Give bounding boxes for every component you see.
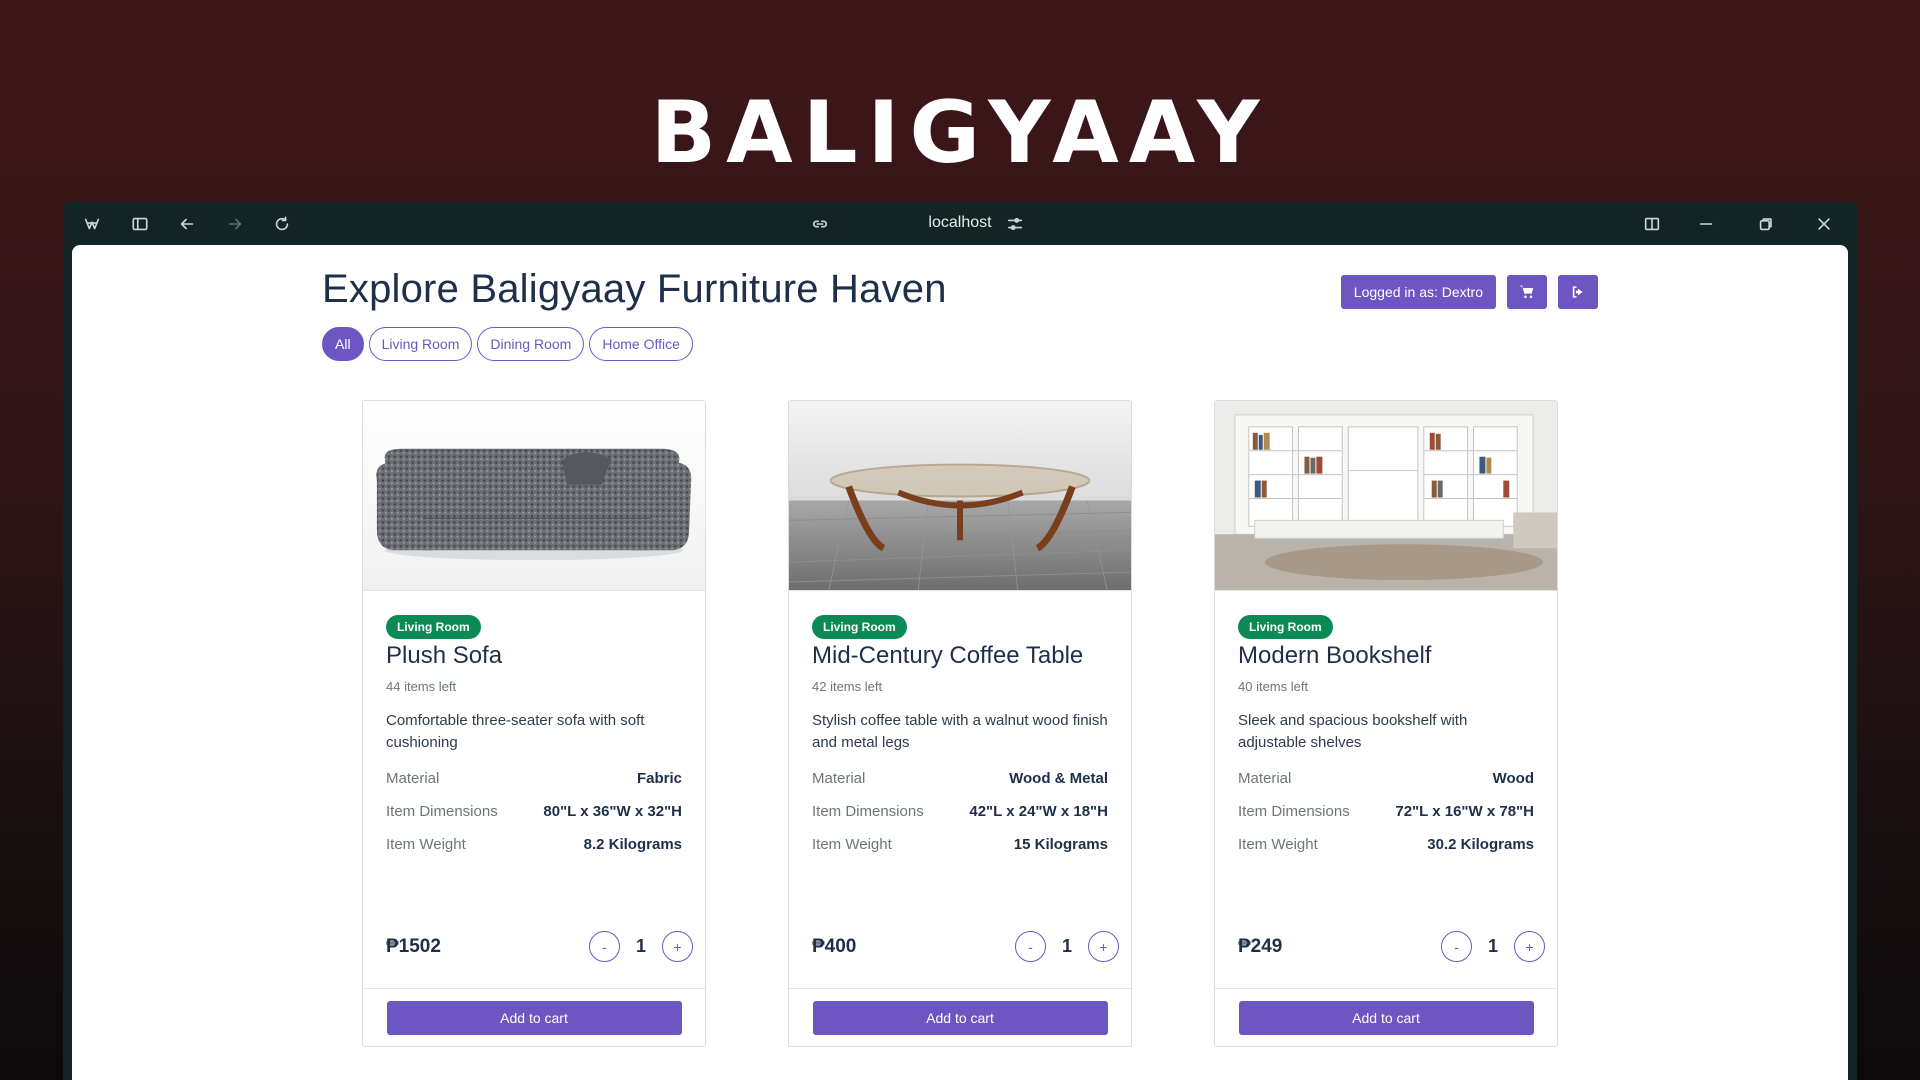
product-card: Living Room Modern Bookshelf 40 items le…	[1214, 400, 1558, 1047]
price-row: ₱249 - 1 +	[1238, 931, 1545, 962]
product-price: ₱1502	[386, 935, 441, 957]
logout-icon	[1572, 286, 1583, 298]
site-settings-icon[interactable]	[1002, 211, 1028, 237]
restore-icon[interactable]	[1753, 211, 1779, 237]
card-footer: Add to cart	[1215, 988, 1557, 1046]
spec-weight: Item Weight 30.2 Kilograms	[1238, 836, 1534, 853]
price-row: ₱400 - 1 +	[812, 931, 1119, 962]
product-price: ₱400	[812, 935, 857, 957]
product-name: Plush Sofa	[386, 642, 503, 669]
product-grid: Living Room Plush Sofa 44 items left Com…	[362, 400, 1558, 1047]
quantity-value: 1	[635, 936, 646, 956]
category-badge: Living Room	[386, 615, 481, 639]
product-description: Comfortable three-seater sofa with soft …	[386, 712, 645, 751]
decrease-qty-button[interactable]: -	[1440, 931, 1472, 962]
product-image	[363, 401, 705, 591]
spec-label: Item Weight	[386, 836, 466, 853]
stock-count: 44 items left	[386, 679, 457, 694]
product-image	[1215, 401, 1557, 591]
spec-value: 42"L x 24"W x 18"H	[969, 803, 1108, 820]
spec-weight: Item Weight 8.2 Kilograms	[386, 836, 682, 853]
address-bar[interactable]: localhost	[63, 214, 1857, 232]
increase-qty-button[interactable]: +	[1088, 931, 1119, 962]
decrease-qty-button[interactable]: -	[1014, 931, 1046, 962]
increase-qty-button[interactable]: +	[1514, 931, 1545, 962]
spec-value: Fabric	[636, 770, 682, 787]
spec-dimensions: Item Dimensions 42"L x 24"W x 18"H	[812, 803, 1108, 820]
category-badge: Living Room	[1238, 615, 1333, 639]
price-row: ₱1502 - 1 +	[386, 931, 693, 962]
logged-in-button[interactable]: Logged in as: Dextro	[1340, 275, 1496, 309]
quantity-value: 1	[1061, 936, 1072, 956]
stock-count: 42 items left	[812, 679, 883, 694]
spec-label: Item Weight	[1238, 836, 1318, 853]
category-filters: All Living Room Dining Room Home Office	[322, 327, 693, 361]
filter-home-office[interactable]: Home Office	[589, 327, 693, 361]
browser-window: localhost Explore Baligyaay Furniture Ha…	[63, 202, 1857, 1080]
quantity-stepper: - 1 +	[1014, 931, 1119, 962]
spec-value: 80"L x 36"W x 32"H	[543, 803, 682, 820]
cart-icon	[1519, 285, 1534, 299]
increase-qty-button[interactable]: +	[662, 931, 693, 962]
stock-count: 40 items left	[1238, 679, 1309, 694]
spec-weight: Item Weight 15 Kilograms	[812, 836, 1108, 853]
spec-label: Item Dimensions	[1238, 803, 1350, 820]
header-actions: Logged in as: Dextro	[1340, 275, 1598, 309]
product-name: Mid-Century Coffee Table	[812, 642, 1084, 669]
page-title: Explore Baligyaay Furniture Haven	[322, 267, 947, 311]
spec-value: 15 Kilograms	[1013, 836, 1108, 853]
minimize-icon[interactable]	[1693, 211, 1719, 237]
spec-label: Material	[1238, 770, 1292, 787]
decrease-qty-button[interactable]: -	[588, 931, 620, 962]
split-view-icon[interactable]	[1639, 211, 1665, 237]
category-badge: Living Room	[812, 615, 907, 639]
spec-value: 72"L x 16"W x 78"H	[1395, 803, 1534, 820]
page-viewport: Explore Baligyaay Furniture Haven Logged…	[72, 245, 1848, 1080]
spec-value: 8.2 Kilograms	[583, 836, 682, 853]
browser-titlebar: localhost	[63, 202, 1857, 245]
product-price: ₱249	[1238, 935, 1283, 957]
product-description: Stylish coffee table with a walnut wood …	[812, 712, 1108, 751]
quantity-stepper: - 1 +	[1440, 931, 1545, 962]
add-to-cart-button[interactable]: Add to cart	[812, 1000, 1108, 1035]
product-description: Sleek and spacious bookshelf with adjust…	[1238, 712, 1468, 751]
spec-label: Item Dimensions	[812, 803, 924, 820]
quantity-stepper: - 1 +	[588, 931, 693, 962]
logout-button[interactable]	[1558, 275, 1598, 309]
quantity-value: 1	[1487, 936, 1498, 956]
spec-label: Item Dimensions	[386, 803, 498, 820]
spec-value: Wood & Metal	[1009, 770, 1108, 787]
spec-value: 30.2 Kilograms	[1427, 836, 1534, 853]
card-footer: Add to cart	[789, 988, 1131, 1046]
card-footer: Add to cart	[363, 988, 705, 1046]
product-card: Living Room Plush Sofa 44 items left Com…	[362, 400, 706, 1047]
product-name: Modern Bookshelf	[1238, 642, 1432, 669]
spec-material: Material Fabric	[386, 770, 682, 787]
filter-living-room[interactable]: Living Room	[368, 327, 473, 361]
spec-dimensions: Item Dimensions 80"L x 36"W x 32"H	[386, 803, 682, 820]
spec-label: Material	[386, 770, 440, 787]
brand-title: BALIGYAAY	[650, 83, 1270, 183]
close-icon[interactable]	[1811, 211, 1837, 237]
add-to-cart-button[interactable]: Add to cart	[386, 1000, 682, 1035]
add-to-cart-button[interactable]: Add to cart	[1238, 1000, 1534, 1035]
filter-dining-room[interactable]: Dining Room	[477, 327, 585, 361]
product-card: Living Room Mid-Century Coffee Table 42 …	[788, 400, 1132, 1047]
spec-material: Material Wood	[1238, 770, 1534, 787]
spec-label: Material	[812, 770, 866, 787]
product-image	[789, 401, 1131, 591]
spec-dimensions: Item Dimensions 72"L x 16"W x 78"H	[1238, 803, 1534, 820]
cart-button[interactable]	[1507, 275, 1547, 309]
filter-all[interactable]: All	[322, 327, 364, 361]
spec-material: Material Wood & Metal	[812, 770, 1108, 787]
spec-label: Item Weight	[812, 836, 892, 853]
spec-value: Wood	[1492, 770, 1534, 787]
